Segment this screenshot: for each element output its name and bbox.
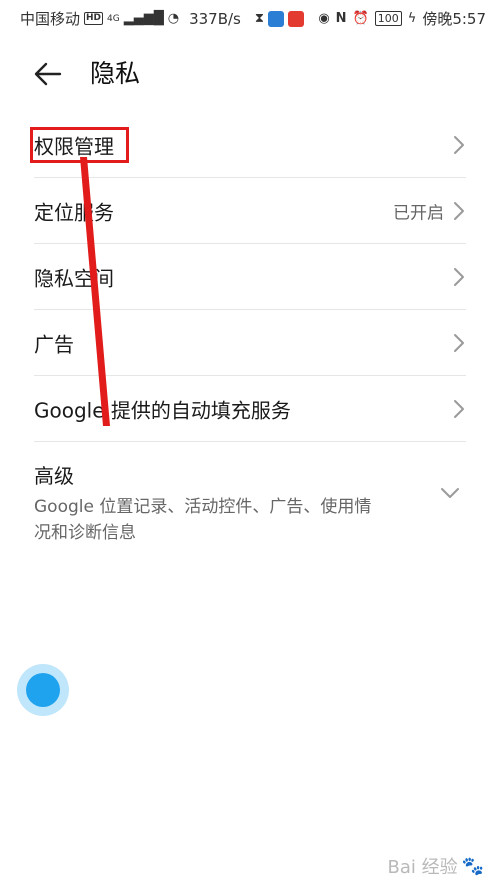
row-label: 定位服务 xyxy=(34,200,114,224)
back-button[interactable] xyxy=(30,56,66,92)
status-bar: 中国移动 HD 4G ▂▄▆█ ◔ 337B/s ⧗ ◉ N ⏰ 100 ϟ 傍… xyxy=(0,0,500,36)
chevron-down-icon xyxy=(441,488,459,498)
net-speed: 337B/s xyxy=(189,9,241,28)
arrow-left-icon xyxy=(34,62,62,86)
row-ads[interactable]: 广告 xyxy=(34,310,466,376)
chevron-right-icon xyxy=(454,135,464,154)
alarm-icon: ⏰ xyxy=(352,10,369,26)
chevron-right-icon xyxy=(454,333,464,352)
status-left: 中国移动 HD 4G ▂▄▆█ ◔ 337B/s ⧗ xyxy=(20,8,305,29)
row-label: Google 提供的自动填充服务 xyxy=(34,398,291,422)
watermark: Bai 经验 🐾 xyxy=(387,853,484,879)
hd-badge: HD xyxy=(84,12,104,25)
row-description: Google 位置记录、活动控件、广告、使用情况和诊断信息 xyxy=(34,497,372,543)
chevron-right-icon xyxy=(454,201,464,220)
row-advanced[interactable]: 高级 Google 位置记录、活动控件、广告、使用情况和诊断信息 xyxy=(34,442,466,560)
nfc-icon: N xyxy=(335,10,347,26)
row-label: 隐私空间 xyxy=(34,266,114,290)
wifi-icon: ◔ xyxy=(167,10,180,26)
status-right: ◉ N ⏰ 100 ϟ 傍晚5:57 xyxy=(318,8,486,29)
chevron-right-icon xyxy=(454,399,464,418)
watermark-text: Bai 经验 xyxy=(387,857,458,878)
carrier-label: 中国移动 xyxy=(20,10,81,28)
hourglass-icon: ⧗ xyxy=(254,10,265,26)
eye-icon: ◉ xyxy=(318,10,330,26)
floating-assistant-button[interactable] xyxy=(17,664,69,716)
paw-icon: 🐾 xyxy=(461,855,484,877)
floating-ball-core xyxy=(26,673,60,707)
row-private-space[interactable]: 隐私空间 xyxy=(34,244,466,310)
clock: 傍晚5:57 xyxy=(422,10,486,28)
network-type: 4G xyxy=(107,13,120,24)
charging-icon: ϟ xyxy=(407,10,417,26)
row-google-autofill[interactable]: Google 提供的自动填充服务 xyxy=(34,376,466,442)
row-value: 已开启 xyxy=(393,203,444,223)
settings-list: 权限管理 定位服务 已开启 隐私空间 广告 Google 提供的自动填充服务 高… xyxy=(0,112,500,560)
annotation-highlight-box xyxy=(30,127,129,163)
page-title: 隐私 xyxy=(90,59,141,88)
app-icon xyxy=(288,10,305,27)
battery-level: 100 xyxy=(374,11,402,26)
app-icon xyxy=(268,10,285,27)
row-label: 广告 xyxy=(34,332,74,356)
chevron-right-icon xyxy=(454,267,464,286)
row-label: 高级 xyxy=(34,464,74,488)
signal-icon: ▂▄▆█ xyxy=(123,10,164,26)
row-location-service[interactable]: 定位服务 已开启 xyxy=(34,178,466,244)
app-bar: 隐私 xyxy=(0,48,500,100)
